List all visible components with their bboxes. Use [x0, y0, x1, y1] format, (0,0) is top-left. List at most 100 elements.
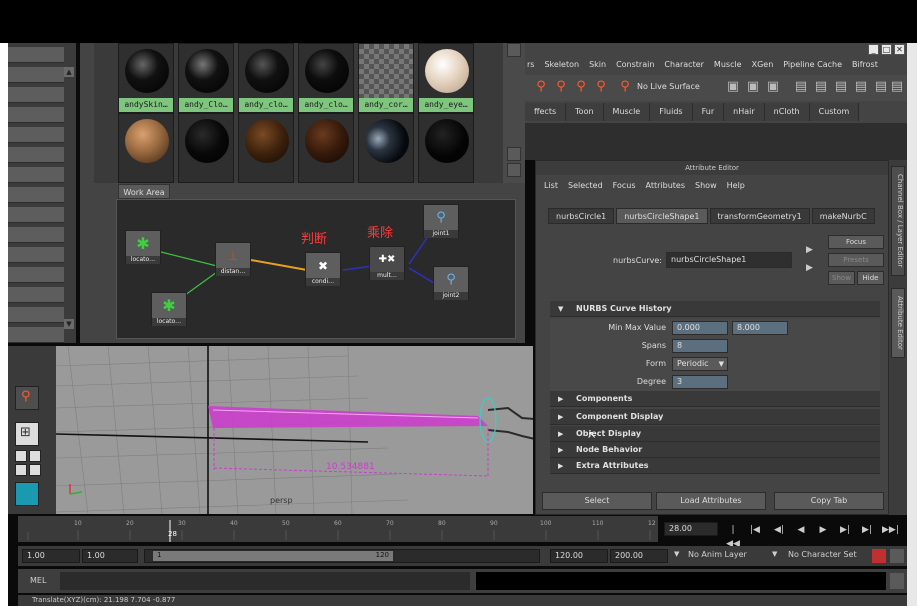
input-connection-icon[interactable]: ▶	[806, 245, 813, 255]
panel-toggle-icon[interactable]: ▤	[813, 79, 829, 95]
step-back-frame-icon[interactable]: ◀|	[772, 523, 786, 537]
tab-fluids[interactable]: Fluids	[650, 103, 693, 121]
scroll-up-icon[interactable]	[507, 147, 521, 161]
menu-item-constrain[interactable]: Constrain	[616, 57, 654, 73]
menu-item-bifrost[interactable]: Bifrost	[852, 57, 878, 73]
tab-muscle[interactable]: Muscle	[603, 103, 651, 121]
menu-item-skin[interactable]: Skin	[589, 57, 606, 73]
list-item[interactable]	[8, 207, 64, 223]
spans-field[interactable]: 8	[672, 339, 728, 353]
select-button[interactable]: Select	[542, 492, 652, 510]
viewport-persp[interactable]: 10.534881 persp ⚲ ⊞	[8, 346, 533, 514]
tab-transform-geometry[interactable]: transformGeometry1	[709, 208, 810, 224]
menu-item-pipeline-cache[interactable]: Pipeline Cache	[783, 57, 842, 73]
shader-swatch[interactable]	[178, 113, 234, 183]
step-back-key-icon[interactable]: |◀	[748, 523, 762, 537]
go-to-end-icon[interactable]: ▶▶|	[882, 523, 899, 537]
panel-toggle-icon[interactable]: ▤	[853, 79, 869, 95]
list-item[interactable]	[8, 187, 64, 203]
condition-node[interactable]: ✖ condi…	[305, 252, 341, 286]
list-item[interactable]	[8, 147, 64, 163]
mel-label[interactable]: MEL	[30, 576, 46, 585]
section-extra-attributes[interactable]: ▶ Extra Attributes	[550, 458, 880, 474]
playback-end-field[interactable]: 120.00	[550, 549, 608, 563]
auto-key-icon[interactable]	[872, 549, 886, 563]
shader-swatch[interactable]: andy_clo…	[238, 43, 294, 113]
output-connection-icon[interactable]: ▶	[806, 263, 813, 273]
range-slider-handle[interactable]: 1 120	[153, 551, 393, 561]
list-item[interactable]	[8, 47, 64, 63]
hypershade-scrollbar[interactable]	[503, 43, 525, 183]
joint-tool-icon[interactable]: ⚲	[15, 386, 39, 410]
list-item[interactable]	[8, 307, 64, 323]
focus-button[interactable]: Focus	[828, 235, 884, 249]
menu-item-focus[interactable]: Focus	[613, 181, 636, 190]
menu-item[interactable]: rs	[527, 57, 534, 73]
shader-swatch[interactable]	[358, 113, 414, 183]
list-item[interactable]	[8, 247, 64, 263]
list-item[interactable]	[8, 67, 64, 83]
locator-node[interactable]: ✱ locato…	[125, 230, 161, 264]
preferences-icon[interactable]	[890, 549, 904, 563]
shader-swatch[interactable]: andy_clo…	[298, 43, 354, 113]
joint-node[interactable]: ⚲ joint1	[423, 204, 459, 238]
menu-item-selected[interactable]: Selected	[568, 181, 603, 190]
menu-item-list[interactable]: List	[544, 181, 558, 190]
layout-three-icon[interactable]	[29, 464, 41, 476]
menu-item-help[interactable]: Help	[727, 181, 745, 190]
animation-end-field[interactable]: 200.00	[610, 549, 668, 563]
panel-toggle-icon[interactable]: ▤	[873, 79, 889, 95]
layout-single-icon[interactable]	[15, 450, 27, 462]
joint-node[interactable]: ⚲ joint2	[433, 266, 469, 300]
scroll-up-icon[interactable]: ▲	[64, 67, 74, 77]
section-curve-history[interactable]: ▼ NURBS Curve History	[550, 301, 880, 317]
list-item[interactable]	[8, 287, 64, 303]
hide-button[interactable]: Hide	[857, 271, 884, 285]
tab-make-nurbs-circle[interactable]: makeNurbC	[811, 208, 875, 224]
anim-layer-label[interactable]: No Anim Layer	[688, 550, 747, 559]
section-node-behavior[interactable]: ▶ Node Behavior	[550, 442, 880, 458]
menu-item-character[interactable]: Character	[664, 57, 704, 73]
snap-grid-icon[interactable]: ⚲	[533, 79, 549, 95]
scroll-down-icon[interactable]: ▼	[64, 319, 74, 329]
presets-button[interactable]: Presets	[828, 253, 884, 267]
list-item[interactable]	[8, 167, 64, 183]
shader-swatch[interactable]	[118, 113, 174, 183]
play-backward-icon[interactable]: ◀	[794, 523, 808, 537]
list-item[interactable]	[8, 227, 64, 243]
min-value-field[interactable]: 0.000	[672, 321, 728, 335]
multiply-divide-node[interactable]: ✚✖ mult…	[369, 246, 405, 280]
tab-fur[interactable]: Fur	[692, 103, 725, 121]
animation-start-field[interactable]: 1.00	[22, 549, 80, 563]
scroll-down-icon[interactable]	[507, 163, 521, 177]
command-input[interactable]	[60, 572, 470, 590]
play-forward-icon[interactable]: ▶	[816, 523, 830, 537]
close-icon[interactable]: ✕	[894, 44, 905, 55]
degree-field[interactable]: 3	[672, 375, 728, 389]
show-button[interactable]: Show	[828, 271, 855, 285]
shader-swatch[interactable]: andy_eye…	[418, 43, 474, 113]
tab-work-area[interactable]: Work Area	[118, 184, 170, 199]
locator-node[interactable]: ✱ locato…	[151, 292, 187, 326]
time-slider[interactable]: 10 20 28 30 40 50 60 70 80 90 100 110 12	[18, 516, 658, 542]
script-editor-icon[interactable]	[890, 573, 904, 589]
list-item[interactable]	[8, 327, 64, 343]
tab-custom[interactable]: Custom	[809, 103, 860, 121]
layout-two-icon[interactable]	[15, 464, 27, 476]
list-item[interactable]	[8, 127, 64, 143]
snap-point-icon[interactable]: ⚲	[573, 79, 589, 95]
shader-swatch[interactable]	[298, 113, 354, 183]
step-forward-frame-icon[interactable]: ▶|	[838, 523, 852, 537]
list-item[interactable]	[8, 87, 64, 103]
tab-effects[interactable]: ffects	[525, 103, 567, 121]
tab-nurbs-circle-shape[interactable]: nurbsCircleShape1	[616, 208, 708, 224]
maya-logo-icon[interactable]	[15, 482, 39, 506]
live-surface-icon[interactable]: ⚲	[617, 79, 633, 95]
menu-item-muscle[interactable]: Muscle	[714, 57, 742, 73]
copy-tab-button[interactable]: Copy Tab	[774, 492, 884, 510]
ipr-icon[interactable]: ▣	[745, 79, 761, 95]
panel-toggle-icon[interactable]: ▤	[833, 79, 849, 95]
chevron-down-icon[interactable]: ▼	[772, 550, 777, 558]
shader-swatch[interactable]: andy_Clo…	[178, 43, 234, 113]
maximize-icon[interactable]: □	[881, 44, 892, 55]
